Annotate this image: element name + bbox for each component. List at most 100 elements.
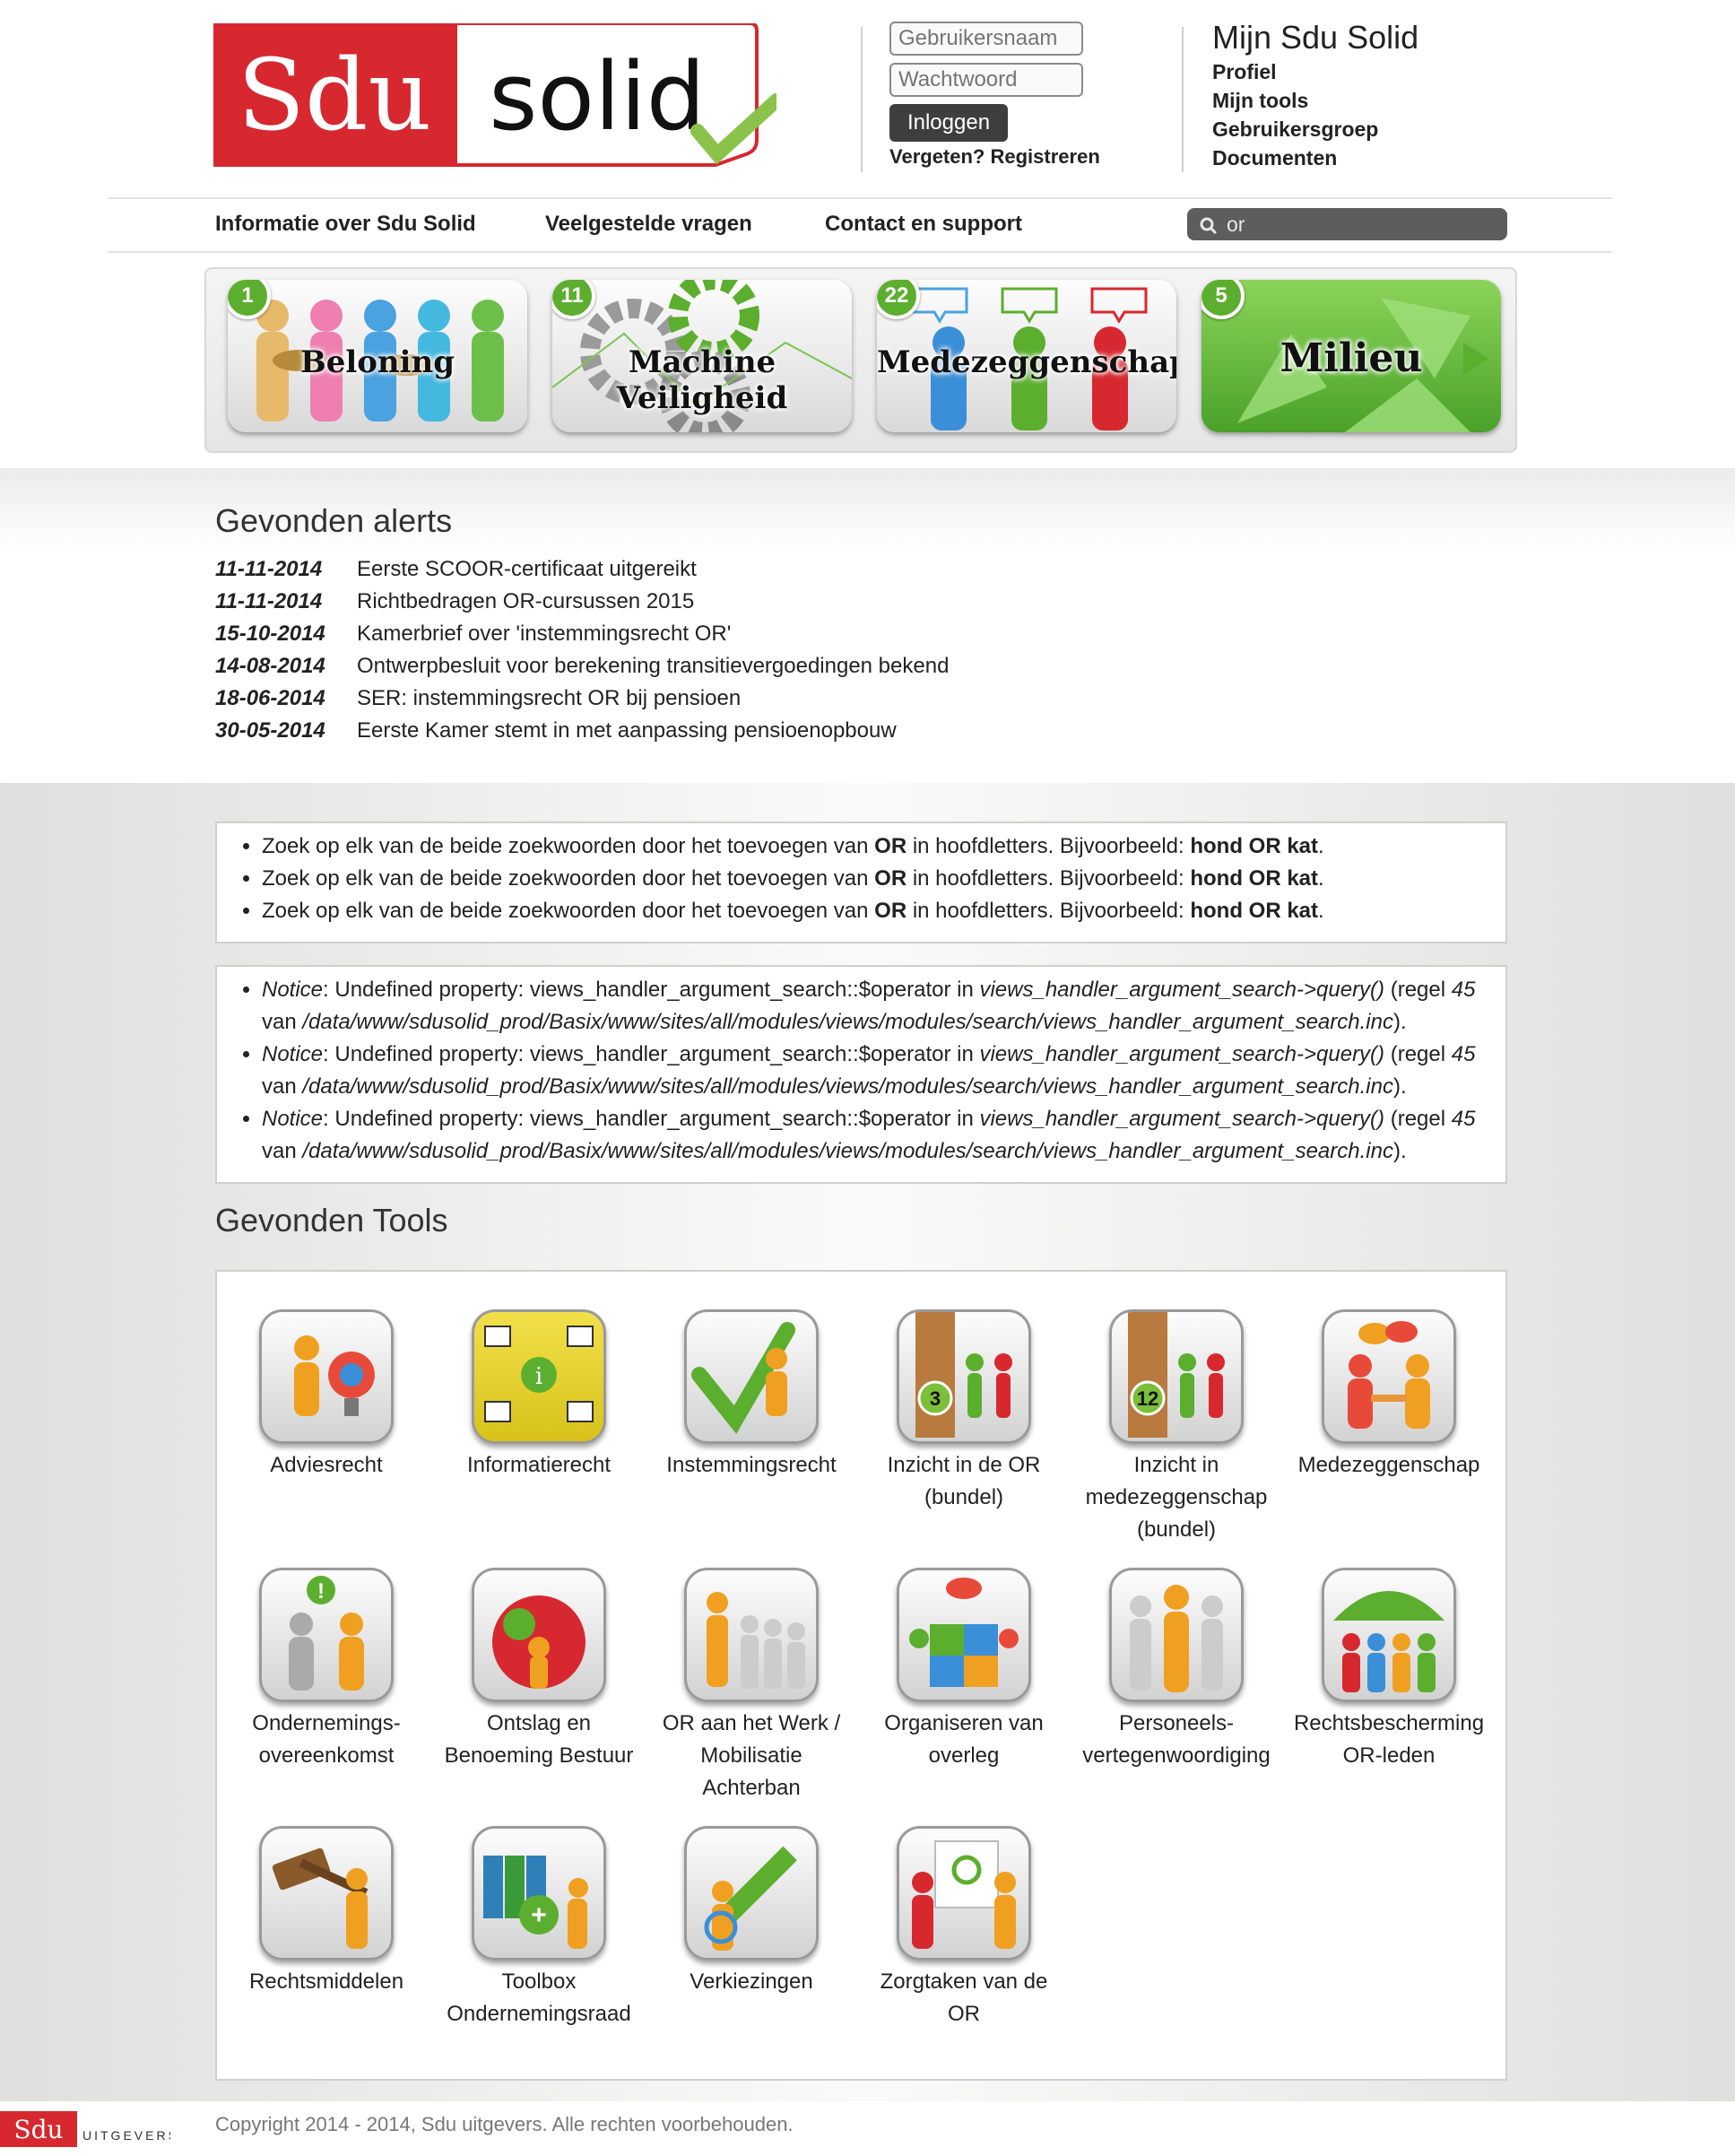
alert-item[interactable]: 18-06-2014 SER: instemmingsrecht OR bij p…: [215, 682, 741, 715]
alert-title[interactable]: Eerste Kamer stemt in met aanpassing pen…: [357, 718, 897, 743]
nav-top-rule: [108, 197, 1612, 199]
information-icon: i: [472, 1309, 606, 1444]
vote-icon: [684, 1826, 819, 1960]
tool-label: Toolbox Ondernemingsraad: [447, 1969, 631, 2026]
login-button[interactable]: Inloggen: [889, 104, 1008, 142]
tool-medezeggenschap[interactable]: Medezeggenschap: [1290, 1309, 1488, 1482]
tool-verkiezingen[interactable]: Verkiezingen: [653, 1826, 850, 1998]
puzzle-people-icon: [472, 1568, 606, 1702]
presentation-icon: [897, 1826, 1031, 1960]
tool-inzicht-in-medezeggenschap[interactable]: 12 Inzicht in medezeggenschap (bundel): [1078, 1309, 1275, 1546]
alert-date: 11-11-2014: [215, 557, 323, 581]
svg-text:i: i: [535, 1363, 542, 1390]
svg-text:3: 3: [930, 1387, 941, 1410]
register-link[interactable]: Registreren: [991, 145, 1100, 168]
alert-date: 11-11-2014: [215, 589, 323, 613]
carousel-card-medezeggenschap[interactable]: 22 Medezeggenschap: [877, 280, 1176, 432]
gavel-icon: [259, 1826, 394, 1960]
alert-item[interactable]: 30-05-2014 Eerste Kamer stemt in met aanp…: [215, 715, 897, 747]
link-gebruikersgroep[interactable]: Gebruikersgroep: [1212, 115, 1418, 143]
tool-label: Organiseren van overleg: [884, 1711, 1044, 1768]
search-icon: [1200, 217, 1218, 234]
checkmark-icon: [684, 1309, 819, 1444]
logo-text-sdu: Sdu: [238, 38, 432, 152]
nav-faq[interactable]: Veelgestelde vragen: [545, 212, 752, 237]
search-tips-box: Zoek op elk van de beide zoekwoorden doo…: [215, 822, 1507, 943]
tool-label: Rechtsmiddelen: [248, 1969, 404, 1994]
sdu-solid-logo[interactable]: Sdu solid: [213, 22, 784, 172]
link-documenten[interactable]: Documenten: [1212, 143, 1418, 172]
link-mijn-tools[interactable]: Mijn tools: [1212, 86, 1418, 115]
alert-title[interactable]: Richtbedragen OR-cursussen 2015: [357, 589, 694, 613]
tool-label: Adviesrecht: [270, 1453, 383, 1477]
tool-label: Rechtsbescherming OR-leden: [1293, 1711, 1485, 1768]
tool-rechtsmiddelen[interactable]: Rechtsmiddelen: [228, 1826, 425, 1998]
bundle-3-icon: 3: [897, 1309, 1031, 1444]
tool-zorgtaken-van-de-or[interactable]: Zorgtaken van de OR: [865, 1826, 1063, 2030]
username-input[interactable]: [889, 22, 1083, 56]
tool-toolbox-ondernemingsraad[interactable]: + Toolbox Ondernemingsraad: [440, 1826, 638, 2030]
tool-ontslag-en-benoeming[interactable]: Ontslag en Benoeming Bestuur: [440, 1568, 638, 1772]
alert-item[interactable]: 11-11-2014 Richtbedragen OR-cursussen 201…: [215, 586, 694, 618]
tool-instemmingsrecht[interactable]: Instemmingsrecht: [653, 1309, 850, 1482]
bundle-12-icon: 12: [1109, 1309, 1244, 1444]
alert-item[interactable]: 11-11-2014 Eerste SCOOR-certificaat uitge…: [215, 553, 697, 586]
leader-group-icon: [684, 1568, 819, 1702]
tool-inzicht-in-de-or[interactable]: 3 Inzicht in de OR (bundel): [865, 1309, 1063, 1514]
tools-grid: Adviesrecht i Informatierecht Instemming…: [215, 1270, 1507, 2081]
alert-title[interactable]: Ontwerpbesluit voor berekening transitie…: [357, 654, 949, 678]
link-profiel[interactable]: Profiel: [1212, 57, 1418, 86]
copyright-text: Copyright 2014 - 2014, Sdu uitgevers. Al…: [215, 2113, 794, 2135]
tool-informatierecht[interactable]: i Informatierecht: [440, 1309, 638, 1482]
tool-label: Inzicht in medezeggenschap (bundel): [1085, 1453, 1268, 1542]
card-title: Medezeggenschap: [877, 344, 1176, 380]
svg-text:Sdu: Sdu: [13, 2115, 63, 2144]
tool-adviesrecht[interactable]: Adviesrecht: [228, 1309, 425, 1482]
php-notice: Notice: Undefined property: views_handle…: [262, 1103, 1505, 1168]
tool-label: Ondernemings-overeenkomst: [252, 1711, 401, 1768]
password-input[interactable]: [889, 63, 1083, 97]
header-divider: [861, 27, 863, 172]
carousel-card-beloning[interactable]: 1 Beloning: [228, 280, 527, 432]
sdu-uitgevers-logo[interactable]: Sdu UITGEVERS: [0, 2111, 177, 2152]
alert-title[interactable]: SER: instemmingsrecht OR bij pensioen: [357, 686, 741, 710]
nav-contact[interactable]: Contact en support: [825, 212, 1022, 237]
carousel-card-machine-veiligheid[interactable]: 11 Machine Veiligheid: [552, 280, 852, 432]
alert-item[interactable]: 14-08-2014 Ontwerpbesluit voor berekening…: [215, 650, 949, 682]
tool-label: Medezeggenschap: [1297, 1453, 1480, 1477]
handshake-talk-icon: [1322, 1309, 1456, 1444]
tool-label: Informatierecht: [466, 1453, 612, 1477]
tool-rechtsbescherming[interactable]: Rechtsbescherming OR-leden: [1290, 1568, 1488, 1772]
login-links: Vergeten? Registreren: [889, 145, 1100, 169]
tool-label: Instemmingsrecht: [666, 1453, 837, 1477]
search-tip: Zoek op elk van de beide zoekwoorden doo…: [262, 830, 1505, 863]
tool-ondernemingsovereenkomst[interactable]: ! Ondernemings-overeenkomst: [228, 1568, 425, 1772]
tool-or-aan-het-werk[interactable]: OR aan het Werk / Mobilisatie Achterban: [653, 1568, 850, 1804]
php-notices-box: Notice: Undefined property: views_handle…: [215, 965, 1507, 1184]
header-divider-2: [1182, 27, 1184, 172]
tool-label: Inzicht in de OR (bundel): [887, 1453, 1041, 1509]
tool-label: Verkiezingen: [690, 1969, 813, 1994]
toolbox-icon: +: [472, 1826, 606, 1960]
topic-carousel: 1 Beloning 11 Machine Veiligheid 22 Mede…: [204, 267, 1517, 453]
tool-personeelsvertegenwoordiging[interactable]: Personeels-vertegenwoordiging: [1078, 1568, 1275, 1772]
alert-title[interactable]: Kamerbrief over 'instemmingsrecht OR': [357, 622, 731, 646]
nav-info[interactable]: Informatie over Sdu Solid: [215, 212, 476, 237]
php-notice: Notice: Undefined property: views_handle…: [262, 974, 1505, 1039]
forgot-link[interactable]: Vergeten?: [889, 145, 985, 168]
alerts-heading: Gevonden alerts: [215, 502, 453, 539]
alert-item[interactable]: 15-10-2014 Kamerbrief over 'instemmingsre…: [215, 618, 731, 650]
carousel-next-arrow-icon[interactable]: [1462, 341, 1490, 381]
carousel-card-milieu[interactable]: 5 Milieu: [1201, 280, 1501, 432]
search-input[interactable]: or: [1187, 208, 1507, 240]
alert-title[interactable]: Eerste SCOOR-certificaat uitgereikt: [357, 557, 697, 581]
alert-date: 30-05-2014: [215, 718, 325, 743]
search-value: or: [1227, 213, 1245, 236]
tool-label: OR aan het Werk / Mobilisatie Achterban: [662, 1711, 841, 1800]
logo-text-solid: solid: [489, 42, 706, 152]
tool-organiseren-van-overleg[interactable]: Organiseren van overleg: [865, 1568, 1063, 1772]
mijn-sdu-solid-menu: Mijn Sdu Solid Profiel Mijn tools Gebrui…: [1212, 18, 1418, 172]
mijn-title: Mijn Sdu Solid: [1212, 19, 1419, 56]
alert-date: 14-08-2014: [215, 654, 325, 678]
svg-text:!: !: [317, 1579, 325, 1604]
